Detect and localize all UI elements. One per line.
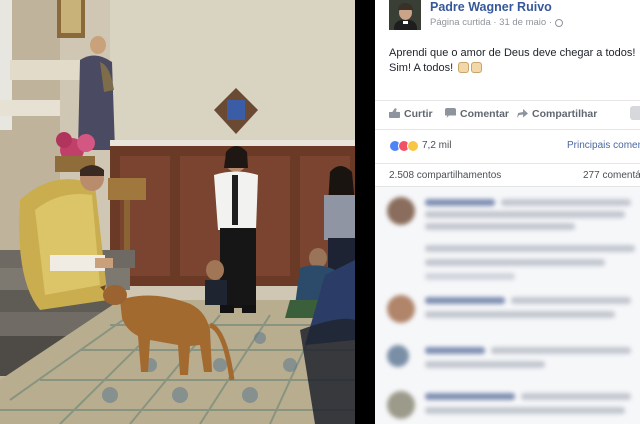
comment-text-bar [491, 347, 631, 354]
globe-icon [554, 18, 563, 27]
share-icon [517, 109, 528, 118]
comment-item [387, 195, 640, 235]
comment-avatar [387, 345, 409, 367]
comment-text-bar [425, 311, 615, 318]
comment-label: Comentar [460, 108, 510, 120]
comment-name-bar [425, 297, 505, 304]
comment-avatar [387, 295, 415, 323]
like-button[interactable]: Curtir [389, 108, 433, 120]
more-options-icon[interactable] [630, 106, 640, 120]
share-label: Compartilhar [532, 108, 598, 120]
comment-button[interactable]: Comentar [445, 108, 509, 120]
comment-item [387, 343, 640, 383]
comment-avatar [387, 197, 415, 225]
post-meta: Página curtida · 31 de maio · [430, 17, 563, 28]
comment-text-bar [425, 223, 575, 230]
comment-text-bar [501, 199, 631, 206]
comments-list [375, 186, 640, 424]
reactions-count[interactable]: 7,2 mil [422, 140, 451, 151]
comment-item [387, 245, 640, 285]
post-text-line-2: Sim! A todos! [389, 62, 454, 74]
comment-text-bar [425, 211, 625, 218]
comment-text-bar [425, 361, 545, 368]
post-header: Padre Wagner Ruivo Página curtida · 31 d… [389, 0, 640, 40]
comment-text-bar [425, 259, 605, 266]
top-comments-filter[interactable]: Principais comentário [567, 140, 640, 151]
comment-meta-bar [425, 273, 515, 280]
post-photo[interactable] [0, 0, 355, 424]
post-text-line-1: Aprendi que o amor de Deus deve chegar a… [389, 47, 636, 59]
comment-item [387, 293, 640, 333]
post-panel: Padre Wagner Ruivo Página curtida · 31 d… [375, 0, 640, 424]
dog-face-emoji-icon [471, 62, 483, 73]
comment-text-bar [521, 393, 631, 400]
avatar-hair [398, 3, 413, 10]
post-text: Aprendi que o amor de Deus deve chegar a… [389, 46, 639, 76]
comment-name-bar [425, 393, 515, 400]
comment-text-bar [425, 407, 625, 414]
wow-reaction-icon [407, 140, 419, 152]
share-button[interactable]: Compartilhar [517, 108, 597, 120]
comment-icon [445, 108, 456, 118]
share-comment-counts: 2.508 compartilhamentos 277 comentá [375, 163, 640, 185]
author-name[interactable]: Padre Wagner Ruivo [430, 0, 552, 14]
comment-name-bar [425, 199, 495, 206]
author-avatar[interactable] [389, 0, 421, 30]
post-actions: Curtir Comentar Compartilhar [375, 100, 640, 130]
shares-count[interactable]: 2.508 compartilhamentos [389, 170, 501, 181]
avatar-collar [403, 21, 408, 24]
post-text-line-2-wrap: Sim! A todos! [389, 61, 639, 76]
comment-text-bar [425, 245, 635, 252]
like-label: Curtir [404, 108, 433, 120]
comment-text-bar [511, 297, 631, 304]
reactions-bar[interactable]: 7,2 mil Principais comentário [389, 140, 640, 154]
comment-item [387, 389, 640, 424]
dog-emoji-icon [458, 62, 470, 73]
comments-count[interactable]: 277 comentá [583, 170, 640, 181]
post-meta-text: Página curtida · 31 de maio · [430, 17, 552, 28]
church-photo-illustration [0, 0, 355, 424]
like-icon [389, 108, 400, 118]
comment-avatar [387, 391, 415, 419]
photo-divider [355, 0, 375, 424]
comment-name-bar [425, 347, 485, 354]
